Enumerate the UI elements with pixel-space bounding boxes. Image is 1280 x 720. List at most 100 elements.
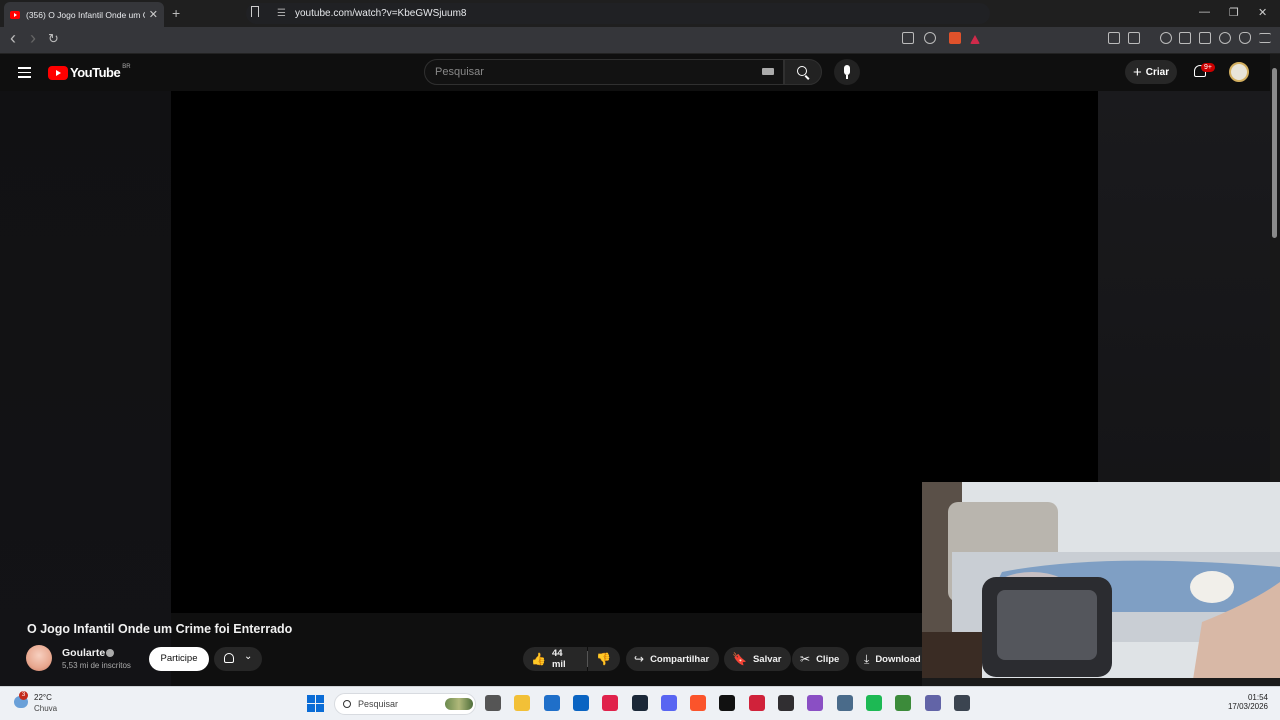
save-button[interactable]: 🔖 Salvar [724,647,792,671]
vpn-shield-icon[interactable] [1239,32,1251,44]
store-icon[interactable] [544,695,560,711]
tab-search-icon[interactable] [1128,32,1140,44]
youtube-header: YouTube BR Pesquisar [0,54,1270,91]
temperature: 22°C [34,693,52,702]
join-button[interactable]: Participe [149,647,209,671]
new-tab-button[interactable]: + [172,5,180,21]
save-label: Salvar [752,653,782,665]
sidebar-icon[interactable] [1179,32,1191,44]
dislike-icon: 👎 [596,652,611,666]
spotify-icon[interactable] [866,695,882,711]
menu-icon[interactable] [1259,33,1271,43]
weather-badge: 3 [19,691,28,700]
search-icon [797,66,807,76]
subscriber-count: 5,53 mi de inscritos [62,661,131,670]
channel-name[interactable]: Goularte [62,647,105,659]
maximize-button[interactable]: ❐ [1229,6,1239,19]
app-image-icon[interactable] [837,695,853,711]
clip-button[interactable]: ✂ Clipe [792,647,850,671]
start-button[interactable] [307,695,324,712]
teams-icon[interactable] [925,695,941,711]
tab-close-icon[interactable]: ✕ [149,8,158,21]
address-toolbar [0,27,1280,54]
keyboard-icon[interactable] [762,68,774,75]
guide-menu-icon[interactable] [18,67,31,81]
taskbar-search[interactable]: Pesquisar [334,693,476,715]
browser-tab[interactable]: (356) O Jogo Infantil Onde um Cr ✕ [4,2,164,27]
site-info-icon[interactable]: ☰ [277,8,286,19]
create-label: Criar [1145,66,1170,78]
youtube-logo[interactable]: YouTube BR [48,63,131,80]
country-code: BR [122,63,131,70]
plus-icon: + [1133,63,1142,81]
clock-date: 17/03/2026 [1227,702,1268,711]
typora-icon[interactable] [749,695,765,711]
brave-shields-icon[interactable] [949,32,961,44]
obs-icon[interactable] [778,695,794,711]
extensions-icon[interactable] [1108,32,1120,44]
scrollbar-thumb[interactable] [1272,68,1277,238]
url-text[interactable]: youtube.com/watch?v=KbeGWSjuum8 [295,8,466,19]
clip-label: Clipe [816,653,840,665]
share-icon: ↪ [634,652,645,666]
system-clock[interactable]: 01:54 17/03/2026 [1222,693,1268,711]
webcam-overlay [922,482,1280,686]
bookmark-icon[interactable] [251,6,259,17]
logo-text: YouTube [70,65,121,80]
wallet-icon[interactable] [1199,32,1211,44]
app-shield-icon[interactable] [954,695,970,711]
scissors-icon: ✂ [800,652,811,666]
voice-search-button[interactable] [834,59,860,85]
search-box: Pesquisar [424,59,822,85]
brave-icon[interactable] [690,695,706,711]
task-view-icon[interactable] [485,695,501,711]
media-icon[interactable] [1160,32,1172,44]
webcam-feed-image [922,482,1280,686]
bell-icon [224,653,234,663]
outlook-icon[interactable] [573,695,589,711]
tab-title: (356) O Jogo Infantil Onde um Cr [26,9,145,20]
channel-avatar[interactable] [26,645,52,671]
verified-icon [106,649,114,657]
app-purple-icon[interactable] [807,695,823,711]
forward-button[interactable]: › [30,28,36,49]
minecraft-icon[interactable] [895,695,911,711]
steam-icon[interactable] [632,695,648,711]
search-icon [343,700,351,708]
opera-icon[interactable] [602,695,618,711]
dislike-button[interactable]: 👎 [588,647,620,671]
ambient-left [0,91,171,686]
reload-button[interactable]: ↻ [48,31,59,47]
file-explorer-icon[interactable] [514,695,530,711]
youtube-favicon-icon [10,10,20,19]
discord-icon[interactable] [661,695,677,711]
share-button[interactable]: ↪ Compartilhar [626,647,720,671]
search-button[interactable] [784,59,822,85]
mic-icon [844,65,850,75]
video-title: O Jogo Infantil Onde um Crime foi Enterr… [27,622,293,636]
weather-condition: Chuva [34,704,58,713]
like-button[interactable]: 👍 44 mil [523,647,587,671]
search-input[interactable]: Pesquisar [424,59,784,85]
tiktok-icon[interactable] [719,695,735,711]
subscription-bell-button[interactable]: ⌄ [214,647,262,671]
search-highlight-icon [445,698,473,710]
share-page-icon[interactable] [924,32,936,44]
brave-rewards-icon[interactable] [970,35,980,44]
url-bar[interactable]: ☰ youtube.com/watch?v=KbeGWSjuum8 [246,3,990,24]
back-button[interactable]: ‹ [10,28,16,49]
youtube-play-icon [48,65,68,80]
leo-ai-icon[interactable] [1219,32,1231,44]
cast-icon[interactable] [902,32,914,44]
account-avatar[interactable] [1229,62,1249,82]
minimize-button[interactable]: — [1199,6,1210,18]
download-label: Download [875,653,921,665]
like-count: 44 mil [551,648,566,670]
download-button[interactable]: ⤓ Download [856,647,926,671]
close-window-button[interactable]: ✕ [1258,6,1267,19]
save-icon: 🔖 [732,652,747,666]
clock-time: 01:54 [1247,693,1268,702]
chevron-down-icon: ⌄ [244,651,253,662]
notification-badge: 9+ [1201,63,1215,72]
create-button[interactable]: + Criar [1125,60,1177,84]
